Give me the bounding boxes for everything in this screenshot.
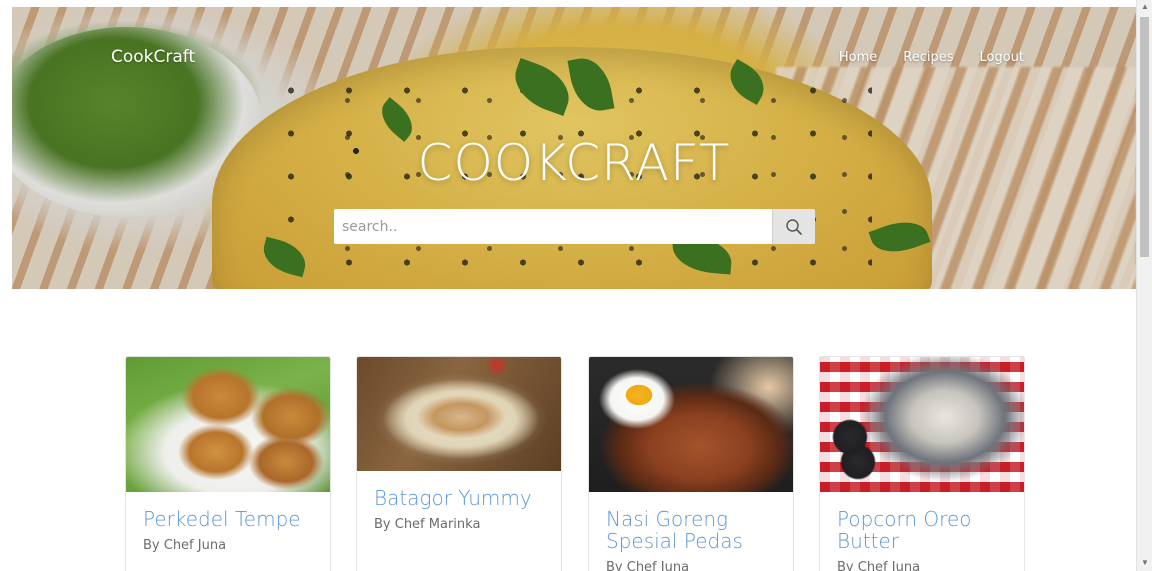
scrollbar-thumb[interactable] [1140, 17, 1149, 257]
hero-title: COOKCRAFT [417, 134, 731, 192]
nasi-goreng-image[interactable] [589, 357, 793, 492]
nav-logout[interactable]: Logout [979, 50, 1024, 65]
recipe-card[interactable]: Popcorn Oreo Butter By Chef Juna [819, 356, 1025, 571]
batagor-image[interactable] [357, 357, 561, 471]
recipe-author: By Chef Juna [143, 538, 227, 553]
brand-logo[interactable]: CookCraft [111, 47, 195, 67]
recipe-author: By Chef Juna [606, 560, 690, 571]
recipe-title[interactable]: Perkedel Tempe [143, 508, 313, 530]
popcorn-image[interactable] [820, 357, 1024, 492]
page-viewport: CookCraft Home Recipes Logout COOKCRAFT … [12, 7, 1136, 571]
hero-banner: CookCraft Home Recipes Logout COOKCRAFT [12, 7, 1136, 289]
scroll-up-icon[interactable]: ▲ [1140, 2, 1150, 12]
search-button[interactable] [772, 209, 815, 244]
recipe-title[interactable]: Batagor Yummy [374, 487, 544, 509]
recipe-title[interactable]: Popcorn Oreo Butter [837, 508, 1007, 552]
recipe-author: By Chef Juna [837, 560, 921, 571]
top-nav: Home Recipes Logout [839, 50, 1024, 65]
scroll-down-icon[interactable]: ▼ [1140, 558, 1150, 568]
recipe-title[interactable]: Nasi Goreng Spesial Pedas [606, 508, 776, 552]
recipe-card[interactable]: Batagor Yummy By Chef Marinka [356, 356, 562, 571]
window-edge [0, 0, 12, 571]
recipe-card[interactable]: Perkedel Tempe By Chef Juna [125, 356, 331, 571]
search-bar [334, 209, 815, 244]
vertical-scrollbar[interactable]: ▲ ▼ [1136, 0, 1152, 571]
perkedel-image[interactable] [126, 357, 330, 492]
recipe-author: By Chef Marinka [374, 517, 481, 532]
nav-recipes[interactable]: Recipes [903, 50, 953, 65]
recipe-card[interactable]: Nasi Goreng Spesial Pedas By Chef Juna [588, 356, 794, 571]
search-icon [786, 218, 802, 235]
nav-home[interactable]: Home [839, 50, 877, 65]
search-input[interactable] [334, 209, 772, 244]
